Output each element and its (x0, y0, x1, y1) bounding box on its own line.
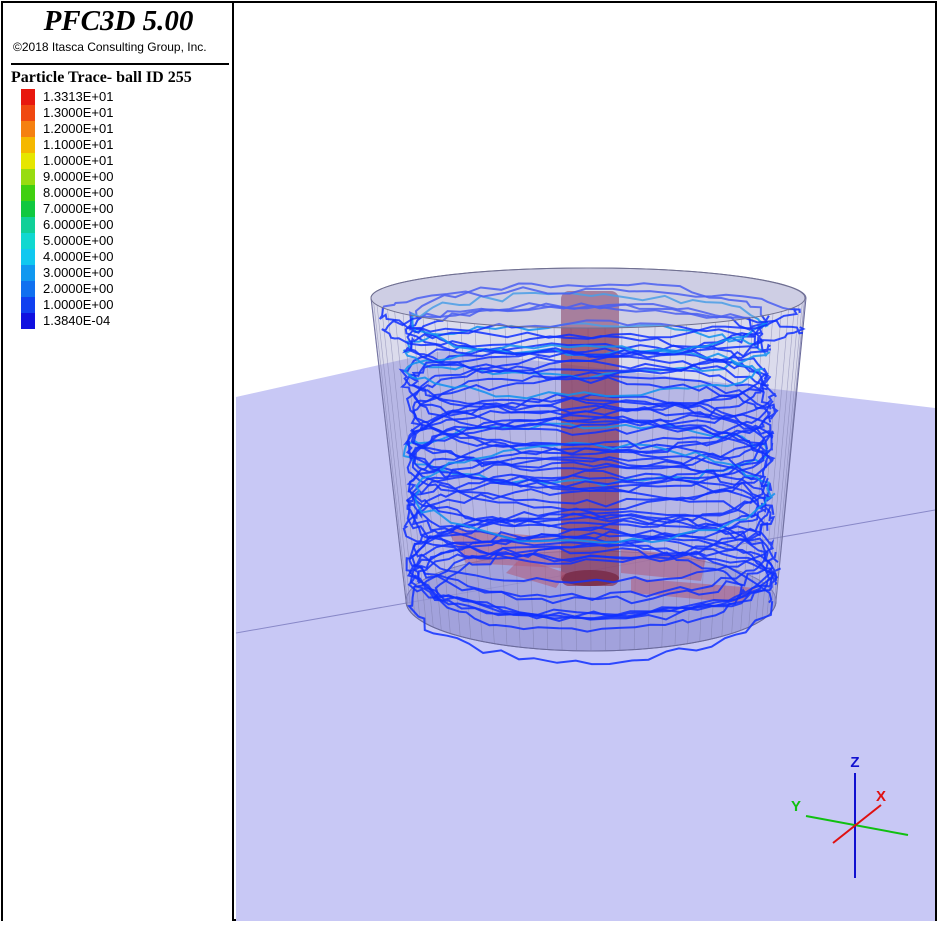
legend-row: 1.1000E+01 (21, 137, 221, 153)
legend-title: Particle Trace- ball ID 255 (11, 69, 192, 86)
legend-value: 1.0000E+01 (43, 153, 114, 168)
legend-value: 1.3000E+01 (43, 105, 114, 120)
legend-value: 1.1000E+01 (43, 137, 114, 152)
copyright-text: ©2018 Itasca Consulting Group, Inc. (13, 40, 207, 54)
legend-row: 1.3313E+01 (21, 89, 221, 105)
legend-swatch (21, 281, 35, 297)
legend-divider (11, 63, 229, 65)
legend-value: 9.0000E+00 (43, 169, 114, 184)
legend-value: 1.3840E-04 (43, 313, 111, 328)
legend-value: 1.3313E+01 (43, 89, 114, 104)
legend-row: 4.0000E+00 (21, 249, 221, 265)
legend-swatch (21, 121, 35, 137)
legend-value: 1.2000E+01 (43, 121, 114, 136)
cylinder-top-rim (370, 267, 806, 329)
legend-swatch (21, 137, 35, 153)
legend-row: 1.2000E+01 (21, 121, 221, 137)
legend-value: 2.0000E+00 (43, 281, 114, 296)
legend-value: 3.0000E+00 (43, 265, 114, 280)
legend-swatch (21, 249, 35, 265)
legend-value: 6.0000E+00 (43, 217, 114, 232)
legend-panel: PFC3D 5.00 ©2018 Itasca Consulting Group… (3, 3, 234, 921)
legend-swatch (21, 153, 35, 169)
legend-color-scale: 1.3313E+01 1.3000E+01 1.2000E+01 1.1000E+01… (21, 89, 221, 329)
app-title: PFC3D 5.00 (43, 5, 194, 37)
legend-swatch (21, 169, 35, 185)
legend-swatch (21, 201, 35, 217)
x-axis-label: X (876, 788, 886, 805)
legend-row: 3.0000E+00 (21, 265, 221, 281)
legend-swatch (21, 217, 35, 233)
legend-row: 5.0000E+00 (21, 233, 221, 249)
legend-value: 4.0000E+00 (43, 249, 114, 264)
legend-value: 5.0000E+00 (43, 233, 114, 248)
legend-swatch (21, 313, 35, 329)
legend-row: 1.3840E-04 (21, 313, 221, 329)
3d-viewport[interactable]: Z X Y (236, 3, 935, 921)
legend-swatch (21, 265, 35, 281)
scene-canvas[interactable]: Z X Y (236, 3, 935, 921)
legend-swatch (21, 185, 35, 201)
legend-swatch (21, 89, 35, 105)
legend-swatch (21, 105, 35, 121)
z-axis-label: Z (850, 754, 859, 771)
legend-row: 1.0000E+01 (21, 153, 221, 169)
legend-row: 7.0000E+00 (21, 201, 221, 217)
legend-value: 1.0000E+00 (43, 297, 114, 312)
legend-value: 7.0000E+00 (43, 201, 114, 216)
legend-swatch (21, 297, 35, 313)
legend-row: 6.0000E+00 (21, 217, 221, 233)
legend-value: 8.0000E+00 (43, 185, 114, 200)
pfc3d-window: PFC3D 5.00 ©2018 Itasca Consulting Group… (0, 0, 940, 925)
legend-row: 9.0000E+00 (21, 169, 221, 185)
legend-row: 1.3000E+01 (21, 105, 221, 121)
legend-row: 8.0000E+00 (21, 185, 221, 201)
legend-row: 2.0000E+00 (21, 281, 221, 297)
rod-bottom (561, 570, 619, 586)
y-axis-label: Y (791, 798, 801, 815)
legend-row: 1.0000E+00 (21, 297, 221, 313)
legend-swatch (21, 233, 35, 249)
